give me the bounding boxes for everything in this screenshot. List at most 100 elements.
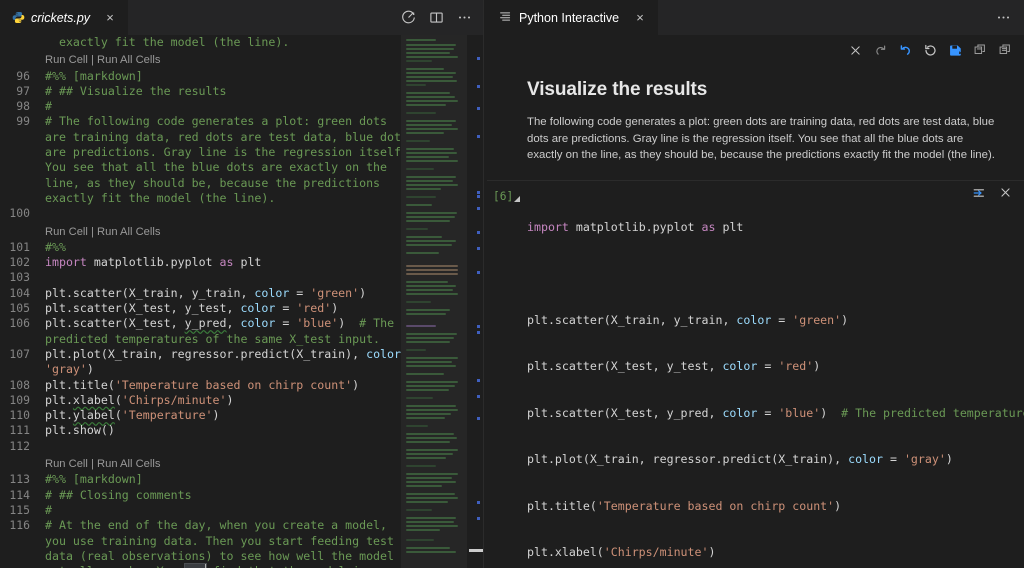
line-number: 116 [0,518,44,533]
codelens-label[interactable]: Run Cell | Run All Cells [44,222,160,240]
vscode-window: crickets.py × [0,0,1024,568]
more-actions-icon[interactable] [990,5,1016,31]
editor-minimap[interactable] [401,35,467,568]
line-number: 111 [0,423,44,438]
overview-decoration [477,107,480,110]
overview-decoration [477,85,480,88]
close-icon[interactable]: × [632,10,648,26]
tab-python-interactive[interactable]: Python Interactive × [487,0,658,35]
overview-decoration [477,191,480,194]
overview-decoration [477,271,480,274]
interactive-content[interactable]: Visualize the results The following code… [487,65,1024,568]
interactive-toolbar [487,35,1024,65]
codelens-label[interactable]: Run Cell | Run All Cells [44,50,160,68]
overview-decoration [477,325,480,328]
markdown-heading: Visualize the results [527,79,998,101]
line-number: 113 [0,472,44,487]
line-number: 110 [0,408,44,423]
overview-decoration [477,247,480,250]
editor-tabbar: crickets.py × [0,0,483,35]
collapse-all-input-button[interactable] [994,39,1016,61]
goto-code-icon[interactable] [970,184,988,202]
python-file-icon [11,11,25,25]
cell-execution-row: [6] import matplotlib.pyplot as plt plt.… [487,189,1024,568]
code-line: plt.scatter(X_test, y_pred, color = 'blu… [527,406,1024,422]
tab-label: Python Interactive [519,11,619,25]
restart-kernel-button[interactable] [919,39,941,61]
interactive-window-icon [499,10,512,26]
more-actions-icon[interactable] [451,5,477,31]
codelens-label[interactable]: Run Cell | Run All Cells [44,454,160,472]
overview-decoration [477,195,480,198]
line-number: 109 [0,393,44,408]
code-line: plt.xlabel('Chirps/minute') [527,545,1024,561]
line-number: 104 [0,286,44,301]
editor-group-left: crickets.py × [0,0,483,568]
overview-decoration [477,135,480,138]
code-line [527,266,1024,282]
line-number: 99 [0,114,44,129]
editor-vertical-scrollbar[interactable] [469,35,483,568]
overview-decoration [477,231,480,234]
token-as-keyword: as [220,255,234,269]
undo-cell-button[interactable] [894,39,916,61]
clear-all-button[interactable] [844,39,866,61]
editor-actions [395,0,483,35]
line-number: 100 [0,206,44,221]
tab-label: crickets.py [31,11,90,25]
code-cell[interactable]: [6] import matplotlib.pyplot as plt plt.… [487,181,1024,568]
close-icon[interactable]: × [102,10,118,26]
tab-crickets-py[interactable]: crickets.py × [0,0,129,35]
line-number: 102 [0,255,44,270]
line-number: 106 [0,316,44,331]
interactive-tabbar: Python Interactive × [487,0,1024,35]
line-number: 115 [0,503,44,518]
tabbar-empty-space [129,0,395,35]
interactive-scrollbar[interactable] [1014,65,1024,568]
line-number: 97 [0,84,44,99]
collapse-caret-icon[interactable] [513,189,527,209]
execution-count: [6] [487,189,513,205]
editor-body: exactly fit the model (the line). Run Ce… [0,35,483,568]
cell-toolbar [970,184,1014,202]
overview-decoration [477,57,480,60]
line-number: 107 [0,347,44,362]
split-editor-right-icon[interactable] [423,5,449,31]
run-python-file-icon[interactable] [395,5,421,31]
code-line: plt.plot(X_train, regressor.predict(X_tr… [527,452,1024,468]
export-as-notebook-button[interactable] [944,39,966,61]
line-number: 98 [0,99,44,114]
line-number: 96 [0,69,44,84]
code-line: plt.scatter(X_test, y_test, color = 'red… [527,359,1024,375]
markdown-paragraph: The following code generates a plot: gre… [527,114,998,164]
line-number: 114 [0,488,44,503]
line-number: 112 [0,439,44,454]
tabbar-empty-space [658,0,990,35]
line-number: 103 [0,270,44,285]
code-line: plt.title('Temperature based on chirp co… [527,499,1024,515]
overview-decoration [477,331,480,334]
line-number: 105 [0,301,44,316]
interactive-cells: Visualize the results The following code… [487,65,1024,568]
cell-source-code[interactable]: import matplotlib.pyplot as plt plt.scat… [527,189,1024,568]
comment-part-a: # At the end of the day, when you create… [45,518,401,568]
python-interactive-group: Python Interactive × [487,0,1024,568]
markdown-cell[interactable]: Visualize the results The following code… [487,65,1024,181]
overview-decoration [477,207,480,210]
close-cell-icon[interactable] [996,184,1014,202]
selected-word: may [185,564,206,568]
overview-decoration [477,501,480,504]
overview-decoration [477,395,480,398]
overview-cursor-marker [469,549,483,552]
overview-decoration [477,379,480,382]
interactive-tabbar-actions [990,0,1024,35]
token-module: matplotlib.pyplot [87,255,220,269]
line-number: 101 [0,240,44,255]
expand-all-input-button[interactable] [969,39,991,61]
redo-cell-button[interactable] [869,39,891,61]
code-line: plt.scatter(X_train, y_train, color = 'g… [527,313,1024,329]
line-number: 108 [0,378,44,393]
token-import-keyword: import [45,255,87,269]
token-alias: plt [233,255,261,269]
overview-decoration [477,417,480,420]
